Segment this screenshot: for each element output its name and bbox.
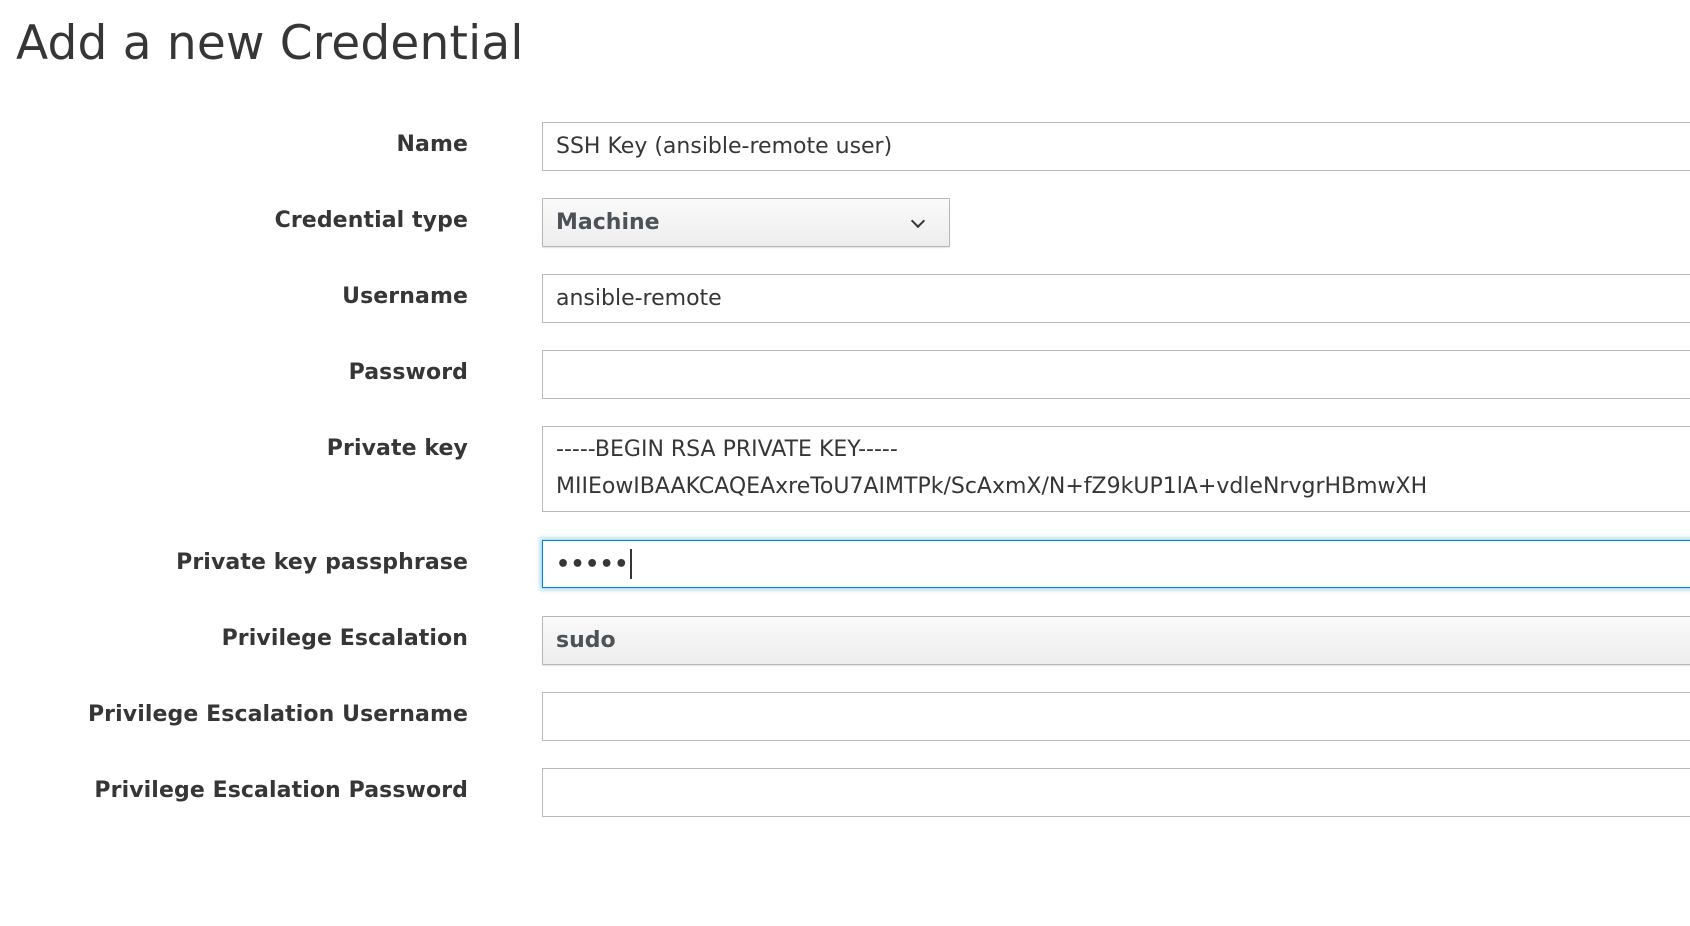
privilege-escalation-password-label: Privilege Escalation Password [94, 778, 468, 803]
private-key-passphrase-masked-value: ••••• [556, 551, 629, 577]
username-input[interactable]: ansible-remote [542, 274, 1690, 323]
privilege-escalation-label: Privilege Escalation [221, 626, 468, 651]
form-row-privilege-escalation-username: Privilege Escalation Username [0, 692, 1690, 741]
private-key-line: MIIEowIBAAKCAQEAxreToU7AIMTPk/ScAxmX/N+f… [556, 474, 1428, 499]
private-key-textarea[interactable]: -----BEGIN RSA PRIVATE KEY----- MIIEowIB… [542, 426, 1690, 512]
password-input[interactable] [542, 350, 1690, 399]
text-cursor [629, 549, 632, 579]
name-input-value: SSH Key (ansible-remote user) [556, 134, 893, 159]
page-title: Add a new Credential [16, 16, 524, 71]
form-row-private-key: Private key -----BEGIN RSA PRIVATE KEY--… [0, 426, 1690, 512]
private-key-label: Private key [326, 436, 468, 461]
form-row-name: Name SSH Key (ansible-remote user) [0, 122, 1690, 171]
privilege-escalation-username-input[interactable] [542, 692, 1690, 741]
password-label: Password [348, 360, 468, 385]
private-key-passphrase-input[interactable]: ••••• [542, 540, 1690, 588]
username-input-value: ansible-remote [556, 286, 722, 311]
form-row-private-key-passphrase: Private key passphrase ••••• [0, 540, 1690, 588]
private-key-passphrase-label: Private key passphrase [176, 550, 468, 575]
privilege-escalation-select[interactable]: sudo [542, 616, 1690, 665]
form-row-privilege-escalation: Privilege Escalation sudo [0, 616, 1690, 665]
credential-type-label: Credential type [274, 208, 468, 233]
privilege-escalation-username-label: Privilege Escalation Username [87, 702, 468, 727]
form-row-password: Password [0, 350, 1690, 399]
chevron-down-icon [910, 213, 926, 228]
username-label: Username [342, 284, 468, 309]
form-row-credential-type: Credential type Machine [0, 198, 1690, 247]
privilege-escalation-selected-value: sudo [556, 628, 616, 653]
name-label: Name [396, 132, 468, 157]
form-row-username: Username ansible-remote [0, 274, 1690, 323]
private-key-line: -----BEGIN RSA PRIVATE KEY----- [556, 437, 898, 462]
credential-type-selected-value: Machine [556, 210, 660, 235]
credential-type-select[interactable]: Machine [542, 198, 950, 247]
privilege-escalation-password-input[interactable] [542, 768, 1690, 817]
form-row-privilege-escalation-password: Privilege Escalation Password [0, 768, 1690, 817]
name-input[interactable]: SSH Key (ansible-remote user) [542, 122, 1690, 171]
